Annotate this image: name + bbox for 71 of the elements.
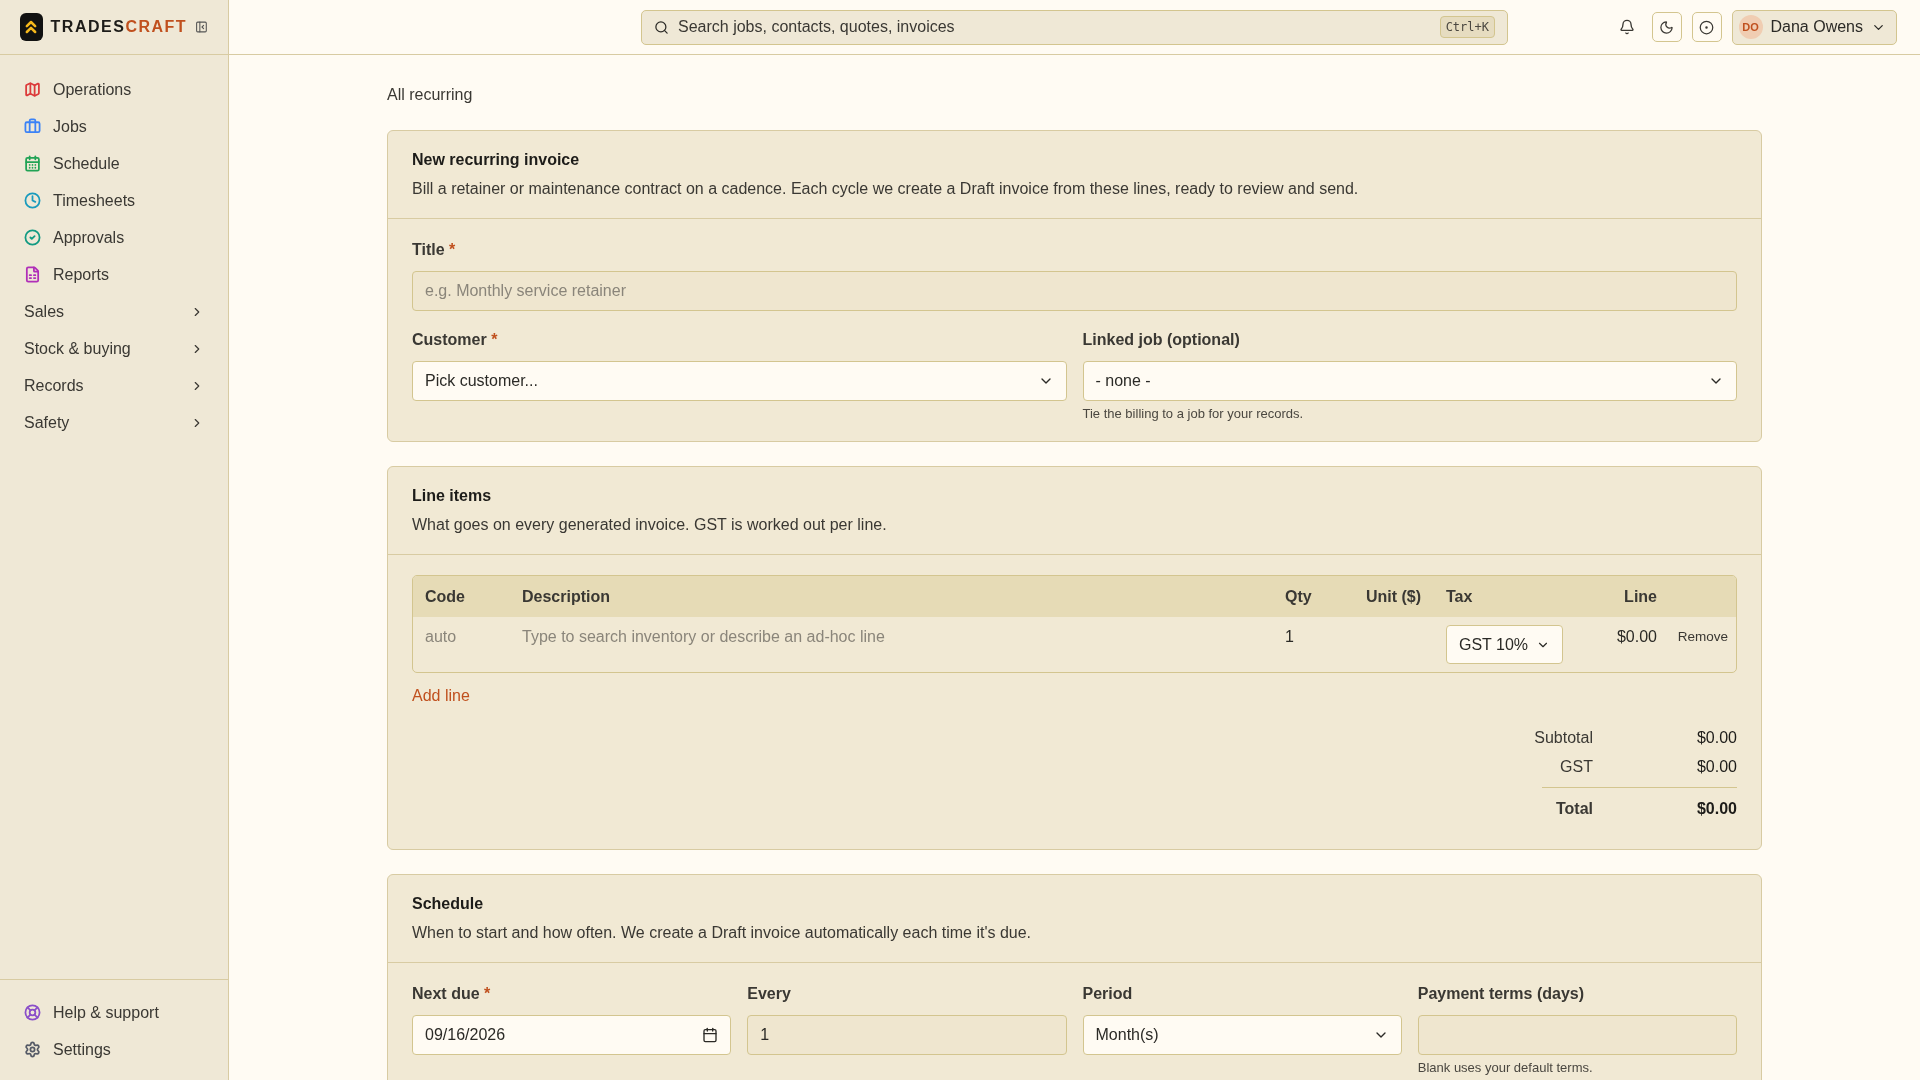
- sidebar-item[interactable]: Timesheets: [12, 182, 216, 219]
- total-value: $0.00: [1695, 799, 1737, 818]
- add-line-link[interactable]: Add line: [412, 687, 470, 705]
- sidebar-group[interactable]: Stock & buying: [12, 330, 216, 367]
- sidebar-item[interactable]: Help & support: [12, 994, 216, 1031]
- input-field[interactable]: [1417, 1015, 1737, 1055]
- column-header: Code: [425, 587, 466, 606]
- table-cell-text: 1: [1285, 627, 1295, 646]
- column-header: Qty: [1285, 587, 1313, 606]
- search-field[interactable]: Search jobs, contacts, quotes, invoices Ctrl+K: [641, 9, 1508, 45]
- sidebar-item[interactable]: Reports: [12, 256, 216, 293]
- table-cell-text: auto: [425, 627, 458, 646]
- field-label: Title *: [412, 240, 457, 260]
- field-label: Customer *: [412, 330, 499, 350]
- card-description: Bill a retainer or maintenance contract on a cadence. Each cycle we create a Draft invoice from these lines, ready to review and send.: [412, 179, 1360, 199]
- customer-select[interactable]: Pick customer...: [412, 361, 1067, 401]
- table-cell-text: $0.00: [1615, 627, 1658, 646]
- circle-icon: [1699, 19, 1714, 35]
- date-field[interactable]: 09/16/2026: [412, 1015, 732, 1055]
- collapse-sidebar-icon[interactable]: [195, 19, 208, 35]
- remove-button[interactable]: Remove: [1665, 625, 1728, 644]
- total-label: Subtotal: [1534, 728, 1593, 747]
- sidebar-item[interactable]: Operations: [12, 71, 216, 108]
- bell-icon: [1618, 19, 1635, 35]
- sidebar-item[interactable]: Settings: [12, 1031, 216, 1068]
- total-value: $0.00: [1695, 757, 1737, 776]
- total-value: $0.00: [1695, 728, 1737, 747]
- sidebar-group[interactable]: Sales: [12, 293, 216, 330]
- field-hint: Blank uses your default terms.: [1417, 1060, 1594, 1075]
- card-title: Line items: [412, 486, 493, 506]
- sidebar-item[interactable]: Approvals: [12, 219, 216, 256]
- sidebar-item[interactable]: Schedule: [12, 145, 216, 182]
- card-description: When to start and how often. We create a Draft invoice automatically each time it's due.: [412, 923, 1033, 943]
- contrast-button[interactable]: [1691, 12, 1722, 42]
- field-hint: Tie the billing to a job for your records.: [1082, 406, 1305, 421]
- calendar-icon: [702, 1027, 719, 1043]
- sidebar-item[interactable]: Jobs: [12, 108, 216, 145]
- input-field[interactable]: 1: [747, 1015, 1067, 1055]
- column-header: Tax: [1445, 587, 1474, 606]
- field-label: Next due *: [412, 984, 492, 1004]
- column-header: Description: [522, 587, 611, 606]
- brand-name: TRADESCRAFT: [50, 18, 188, 36]
- breadcrumb-link[interactable]: All recurring: [387, 85, 473, 105]
- title-input[interactable]: e.g. Monthly service retainer: [412, 271, 1737, 311]
- field-label: Period: [1082, 984, 1134, 1004]
- user-menu[interactable]: DO Dana Owens: [1731, 9, 1897, 45]
- field-label: Linked job (optional): [1082, 330, 1241, 350]
- tax-select[interactable]: GST 10%: [1446, 625, 1564, 664]
- shortcut-key: Ctrl+K: [1439, 16, 1495, 38]
- avatar: DO: [1738, 15, 1763, 39]
- description-input[interactable]: Type to search inventory or describe an ad-hoc line: [522, 625, 1285, 646]
- sidebar-group[interactable]: Safety: [12, 404, 216, 441]
- period-select[interactable]: Month(s): [1082, 1015, 1402, 1055]
- linked-job-select[interactable]: - none -: [1082, 361, 1737, 401]
- card-title: Schedule: [412, 894, 485, 914]
- field-label: Every: [747, 984, 792, 1004]
- logo-icon: [20, 13, 43, 41]
- field-label: Payment terms (days): [1417, 984, 1586, 1004]
- total-label: Total: [1555, 799, 1593, 818]
- card-description: What goes on every generated invoice. GST is worked out per line.: [412, 515, 888, 535]
- moon-icon: [1659, 19, 1674, 35]
- sidebar-group[interactable]: Records: [12, 367, 216, 404]
- required-mark: *: [449, 241, 456, 258]
- total-label: GST: [1560, 757, 1593, 776]
- search-icon: [654, 19, 669, 35]
- dark-mode-button[interactable]: [1651, 12, 1682, 42]
- column-header: Line: [1623, 587, 1658, 606]
- required-mark: *: [491, 331, 498, 348]
- column-header: Unit ($): [1364, 587, 1422, 606]
- card-title: New recurring invoice: [412, 150, 581, 170]
- required-mark: *: [484, 985, 491, 1002]
